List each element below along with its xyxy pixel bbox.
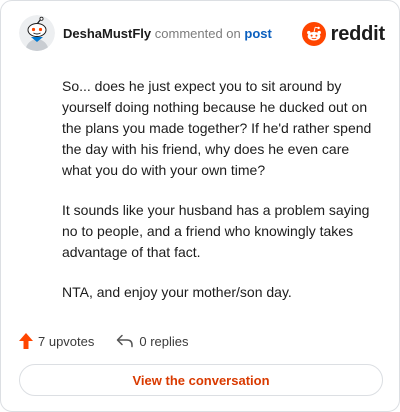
reddit-snoo-avatar-icon xyxy=(19,15,55,51)
brand-wordmark: reddit xyxy=(330,22,386,45)
post-link[interactable]: post xyxy=(244,26,271,41)
view-conversation-button[interactable]: View the conversation xyxy=(19,364,383,396)
reply-count: 0 replies xyxy=(139,333,189,349)
comment-paragraph: So... does he just expect you to sit aro… xyxy=(62,78,372,178)
reply-button[interactable]: 0 replies xyxy=(116,333,189,349)
reddit-brand[interactable]: reddit xyxy=(301,21,386,47)
avatar[interactable] xyxy=(19,15,55,51)
reddit-logo-icon xyxy=(301,22,326,46)
comment-actions: 7 upvotes 0 replies xyxy=(19,331,189,351)
comment-header: DeshaMustFly commented on post reddit xyxy=(19,15,385,53)
comment-paragraph: NTA, and enjoy your mother/son day. xyxy=(62,284,292,300)
upvote-button[interactable]: 7 upvotes xyxy=(19,333,94,349)
comment-body: So... does he just expect you to sit aro… xyxy=(62,76,382,322)
reply-arrow-icon xyxy=(117,334,134,348)
upvote-arrow-icon xyxy=(19,333,33,349)
comment-paragraph: It sounds like your husband has a proble… xyxy=(62,202,370,260)
upvote-count: 7 upvotes xyxy=(38,333,95,349)
commented-on-text: commented on xyxy=(154,26,241,41)
username[interactable]: DeshaMustFly xyxy=(63,26,151,41)
author-line: DeshaMustFly commented on post xyxy=(63,25,272,43)
comment-card: DeshaMustFly commented on post reddit So… xyxy=(0,0,400,412)
